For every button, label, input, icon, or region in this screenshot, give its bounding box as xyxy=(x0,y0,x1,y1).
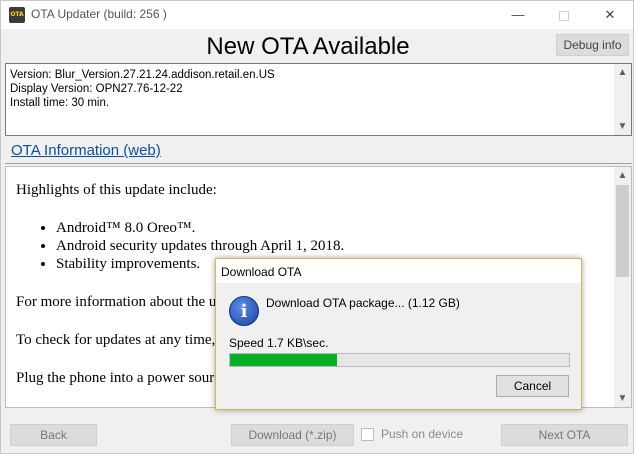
progress-fill xyxy=(230,354,337,366)
close-button[interactable]: ✕ xyxy=(587,1,633,29)
maximize-button[interactable] xyxy=(541,1,587,29)
download-message: Download OTA package... (1.12 GB) xyxy=(266,296,460,310)
cancel-button[interactable]: Cancel xyxy=(496,375,569,397)
list-item: Android™ 8.0 Oreo™. xyxy=(56,219,344,237)
scroll-up-icon[interactable]: ▲ xyxy=(614,167,631,184)
ota-information-link[interactable]: OTA Information (web) xyxy=(11,142,161,159)
download-speed: Speed 1.7 KB\sec. xyxy=(229,336,329,350)
version-info-text: Version: Blur_Version.27.21.24.addison.r… xyxy=(10,68,275,110)
debug-info-button[interactable]: Debug info xyxy=(556,34,629,56)
notes-intro: Highlights of this update include: xyxy=(16,182,217,198)
title-bar: OTA OTA Updater (build: 256 ) — ✕ xyxy=(1,1,633,29)
display-version-line: Display Version: OPN27.76-12-22 xyxy=(10,83,183,95)
scroll-up-icon[interactable]: ▲ xyxy=(614,64,631,81)
ota-updater-window: OTA OTA Updater (build: 256 ) — ✕ New OT… xyxy=(0,0,634,454)
push-on-device-checkbox[interactable] xyxy=(361,428,374,441)
scrollbar-thumb[interactable] xyxy=(616,185,629,277)
dialog-title-bar: Download OTA xyxy=(216,259,581,283)
version-line: Version: Blur_Version.27.21.24.addison.r… xyxy=(10,69,275,81)
scroll-down-icon[interactable]: ▼ xyxy=(614,390,631,407)
download-ota-dialog: Download OTA i Download OTA package... (… xyxy=(215,258,582,410)
page-title: New OTA Available xyxy=(206,33,410,60)
list-item: Android security updates through April 1… xyxy=(56,237,344,255)
download-zip-button[interactable]: Download (*.zip) xyxy=(231,424,354,446)
back-button[interactable]: Back xyxy=(10,424,97,446)
install-time-line: Install time: 30 min. xyxy=(10,97,110,109)
dialog-title: Download OTA xyxy=(221,265,302,279)
minimize-button[interactable]: — xyxy=(495,1,541,29)
info-icon: i xyxy=(229,296,259,326)
update-notes-scrollbar[interactable]: ▲ ▼ xyxy=(614,167,631,407)
version-info-scrollbar[interactable]: ▲ ▼ xyxy=(614,64,631,135)
ota-app-icon: OTA xyxy=(9,7,25,23)
next-ota-button[interactable]: Next OTA xyxy=(501,424,628,446)
maximize-icon xyxy=(559,10,569,21)
scroll-down-icon[interactable]: ▼ xyxy=(614,118,631,135)
download-progress-bar xyxy=(229,353,570,367)
push-on-device-label: Push on device xyxy=(381,427,464,441)
window-title: OTA Updater (build: 256 ) xyxy=(31,7,167,21)
version-info-box[interactable]: Version: Blur_Version.27.21.24.addison.r… xyxy=(5,63,632,136)
divider xyxy=(5,163,632,164)
